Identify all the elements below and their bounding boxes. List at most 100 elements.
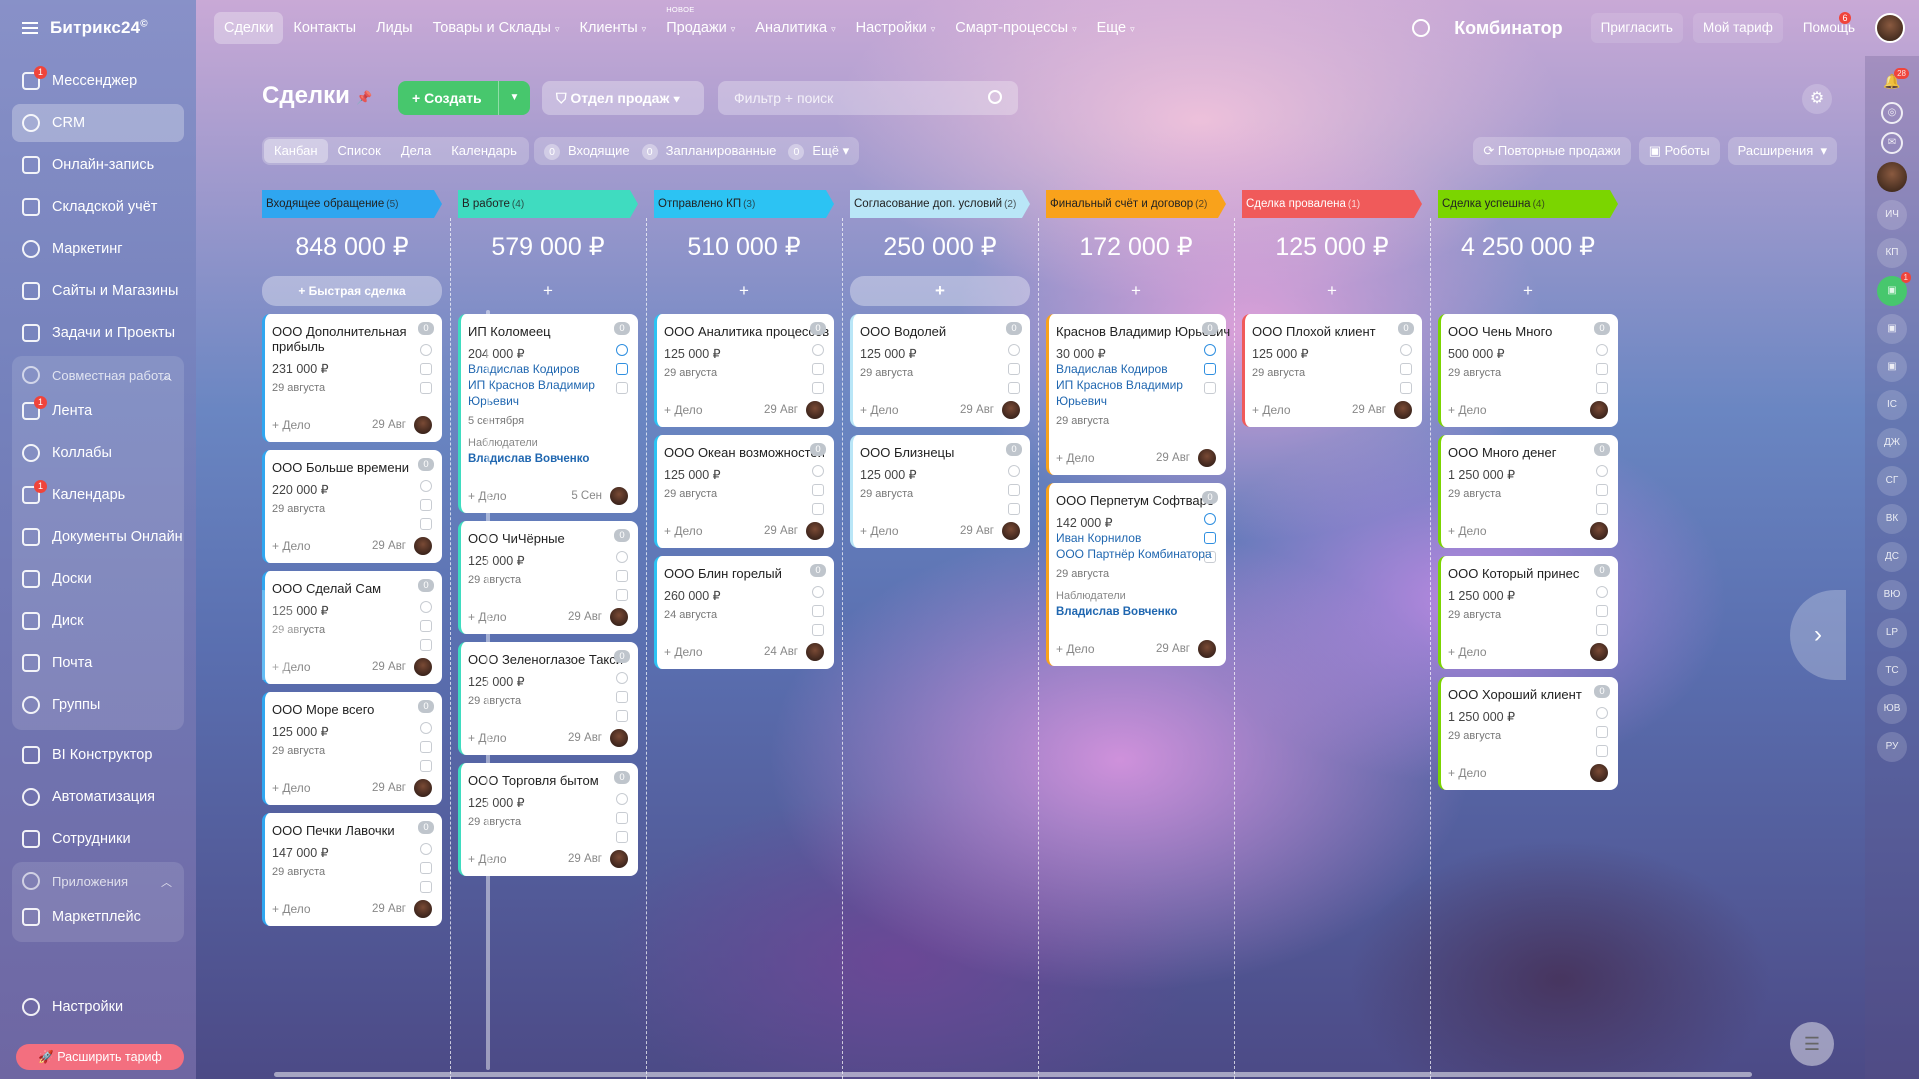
- phone-icon[interactable]: [812, 465, 824, 477]
- add-deal-button[interactable]: +: [1242, 276, 1422, 306]
- pin-icon[interactable]: 📌: [356, 90, 372, 106]
- deal-card[interactable]: ООО Водолей 125 000 ₽29 августа + Дело 29 А…: [850, 314, 1030, 427]
- gear-icon[interactable]: ⚙: [1802, 84, 1832, 114]
- chat-icon[interactable]: [420, 382, 432, 394]
- column-header[interactable]: Сделка успешна (4): [1438, 190, 1618, 218]
- mail-icon[interactable]: [616, 363, 628, 375]
- avatar[interactable]: [806, 522, 824, 540]
- add-activity-button[interactable]: + Дело: [1252, 403, 1291, 417]
- deal-card[interactable]: ООО Который принес 1 250 000 ₽29 августа +…: [1438, 556, 1618, 669]
- open-channel-icon[interactable]: ▣: [1877, 314, 1907, 344]
- sidebar-item-groups[interactable]: Группы: [12, 686, 184, 724]
- chat-icon[interactable]: [812, 503, 824, 515]
- sidebar-item-mail[interactable]: Почта: [12, 644, 184, 682]
- deal-card[interactable]: ООО Печки Лавочки 147 000 ₽29 августа + Де…: [262, 813, 442, 926]
- mail-icon[interactable]: [420, 620, 432, 632]
- mail-icon[interactable]: [1204, 532, 1216, 544]
- add-activity-button[interactable]: + Дело: [272, 902, 311, 916]
- phone-icon[interactable]: [420, 722, 432, 734]
- add-activity-button[interactable]: + Дело: [272, 781, 311, 795]
- brand-logo[interactable]: Битрикс24©: [50, 18, 148, 38]
- phone-icon[interactable]: [812, 586, 824, 598]
- tab-sales[interactable]: НОВОЕ Продажи ▿: [656, 5, 745, 44]
- add-activity-button[interactable]: + Дело: [272, 418, 311, 432]
- avatar[interactable]: [1590, 401, 1608, 419]
- phone-icon[interactable]: [1008, 344, 1020, 356]
- deal-card[interactable]: Краснов Владимир Юрьевич 30 000 ₽ Владисла…: [1046, 314, 1230, 475]
- user-avatar[interactable]: ИЧ: [1877, 200, 1907, 230]
- chat-icon[interactable]: [1596, 745, 1608, 757]
- avatar[interactable]: [1394, 401, 1412, 419]
- chat-icon[interactable]: [1204, 382, 1216, 394]
- search-icon[interactable]: [988, 90, 1002, 104]
- avatar[interactable]: [1198, 640, 1216, 658]
- sidebar-item-employees[interactable]: Сотрудники: [12, 820, 184, 858]
- sidebar-item-marketing[interactable]: Маркетинг: [12, 230, 184, 268]
- tab-products[interactable]: Товары и Склады ▿: [423, 12, 570, 44]
- column-header[interactable]: Согласование доп. условий (2): [850, 190, 1030, 218]
- chat-button[interactable]: ☰: [1790, 1022, 1834, 1066]
- avatar[interactable]: [1002, 401, 1020, 419]
- phone-icon[interactable]: [616, 672, 628, 684]
- deal-card[interactable]: ООО Море всего 125 000 ₽29 августа + Дело 2…: [262, 692, 442, 805]
- sidebar-item-messenger[interactable]: 1 Мессенджер: [12, 62, 184, 100]
- avatar[interactable]: [414, 658, 432, 676]
- deal-contact-link[interactable]: Владислав Кодиров: [468, 361, 628, 377]
- chat-icon[interactable]: [812, 382, 824, 394]
- add-activity-button[interactable]: + Дело: [860, 524, 899, 538]
- user-avatar[interactable]: РУ: [1877, 732, 1907, 762]
- create-deal-button[interactable]: + Создать ▼: [398, 81, 530, 115]
- deal-card[interactable]: ООО Зеленоглазое Такси 125 000 ₽29 август…: [458, 642, 638, 755]
- column-scrollbar[interactable]: [486, 310, 490, 1070]
- chevron-down-icon[interactable]: ▼: [498, 81, 530, 115]
- counter-more[interactable]: 0 Ещё ▾: [788, 143, 849, 160]
- observer-link[interactable]: Владислав Вовченко: [468, 453, 628, 465]
- menu-burger-icon[interactable]: [22, 22, 38, 34]
- phone-icon[interactable]: [616, 551, 628, 563]
- user-avatar[interactable]: КП: [1877, 238, 1907, 268]
- deal-card[interactable]: ООО Много денег 1 250 000 ₽29 августа + Де…: [1438, 435, 1618, 548]
- tab-contacts[interactable]: Контакты: [283, 12, 366, 44]
- avatar[interactable]: [1198, 449, 1216, 467]
- add-activity-button[interactable]: + Дело: [1056, 642, 1095, 656]
- phone-icon[interactable]: [1400, 344, 1412, 356]
- chat-icon[interactable]: [420, 518, 432, 530]
- tab-smart-processes[interactable]: Смарт-процессы ▿: [945, 12, 1086, 44]
- mail-icon[interactable]: [1400, 363, 1412, 375]
- sidebar-item-booking[interactable]: Онлайн-запись: [12, 146, 184, 184]
- add-activity-button[interactable]: + Дело: [1056, 451, 1095, 465]
- deal-contact-link[interactable]: ИП Краснов Владимир Юрьевич: [468, 377, 628, 409]
- upgrade-tariff-button[interactable]: 🚀 Расширить тариф: [16, 1044, 184, 1070]
- deal-card[interactable]: ООО Хороший клиент 1 250 000 ₽29 августа +…: [1438, 677, 1618, 790]
- extensions-button[interactable]: Расширения ▾: [1727, 137, 1837, 165]
- avatar[interactable]: [414, 900, 432, 918]
- user-avatar[interactable]: ДЖ: [1877, 428, 1907, 458]
- avatar[interactable]: [610, 850, 628, 868]
- phone-icon[interactable]: [420, 601, 432, 613]
- add-activity-button[interactable]: + Дело: [664, 403, 703, 417]
- sidebar-item-marketplace[interactable]: Маркетплейс: [12, 898, 184, 936]
- board-horizontal-scrollbar[interactable]: [274, 1072, 1752, 1077]
- company-name[interactable]: Комбинатор: [1454, 18, 1562, 39]
- chat-icon[interactable]: [1008, 503, 1020, 515]
- chat-icon[interactable]: [1596, 624, 1608, 636]
- chat-icon[interactable]: [420, 760, 432, 772]
- phone-icon[interactable]: [420, 843, 432, 855]
- group-collab-header[interactable]: Совместная работа ︿: [12, 358, 184, 392]
- chat-icon[interactable]: [616, 710, 628, 722]
- chat-icon[interactable]: [616, 589, 628, 601]
- add-deal-button[interactable]: +: [458, 276, 638, 306]
- deal-card[interactable]: ООО Близнецы 125 000 ₽29 августа + Дело 29 …: [850, 435, 1030, 548]
- add-activity-button[interactable]: + Дело: [272, 539, 311, 553]
- mail-icon[interactable]: [616, 812, 628, 824]
- avatar[interactable]: [1002, 522, 1020, 540]
- open-channel-icon[interactable]: ▣: [1877, 352, 1907, 382]
- avatar[interactable]: [1877, 162, 1907, 192]
- phone-icon[interactable]: [616, 344, 628, 356]
- tab-list[interactable]: Список: [328, 139, 391, 163]
- avatar[interactable]: [414, 779, 432, 797]
- chat-icon[interactable]: [616, 831, 628, 843]
- deal-card[interactable]: ООО Аналитика процессов 125 000 ₽29 авгус…: [654, 314, 834, 427]
- add-activity-button[interactable]: + Дело: [1448, 645, 1487, 659]
- phone-icon[interactable]: [1596, 465, 1608, 477]
